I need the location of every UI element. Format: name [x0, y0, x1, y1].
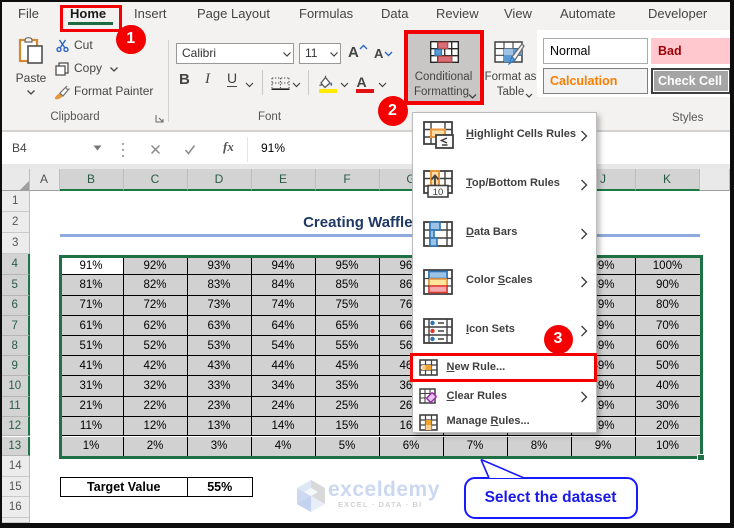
svg-text:10: 10 — [433, 187, 444, 198]
